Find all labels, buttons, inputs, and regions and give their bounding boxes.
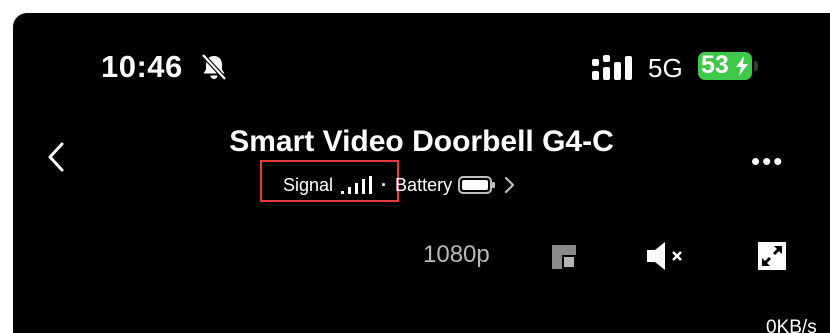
fullscreen-icon[interactable]: [758, 242, 786, 270]
battery-indicator: 53: [698, 51, 758, 80]
signal-strength-icon: [341, 176, 373, 194]
charging-bolt-icon: [736, 56, 748, 76]
network-type: 5G: [648, 53, 683, 83]
picture-in-picture-icon[interactable]: [551, 244, 577, 270]
status-separator: ·: [381, 174, 388, 195]
chevron-right-icon: [504, 176, 515, 194]
more-options-icon[interactable]: •••: [751, 146, 784, 177]
resolution-button[interactable]: 1080p: [423, 241, 490, 269]
device-status-row[interactable]: Signal · Battery: [283, 170, 516, 200]
device-battery-icon: [458, 176, 496, 194]
app-screen: 10:46 5G 53 Smart Video Doorbell G4-C ••…: [13, 13, 830, 333]
battery-label: Battery: [395, 174, 453, 195]
page-title: Smart Video Doorbell G4-C: [229, 125, 614, 158]
cellular-signal-icon: [592, 55, 632, 80]
stream-speed: 0KB/s: [766, 317, 817, 333]
signal-label: Signal: [283, 174, 334, 195]
silent-bell-icon: [201, 53, 227, 81]
status-time: 10:46: [101, 49, 183, 84]
battery-percent: 53: [701, 51, 729, 79]
mute-icon[interactable]: [645, 241, 689, 271]
